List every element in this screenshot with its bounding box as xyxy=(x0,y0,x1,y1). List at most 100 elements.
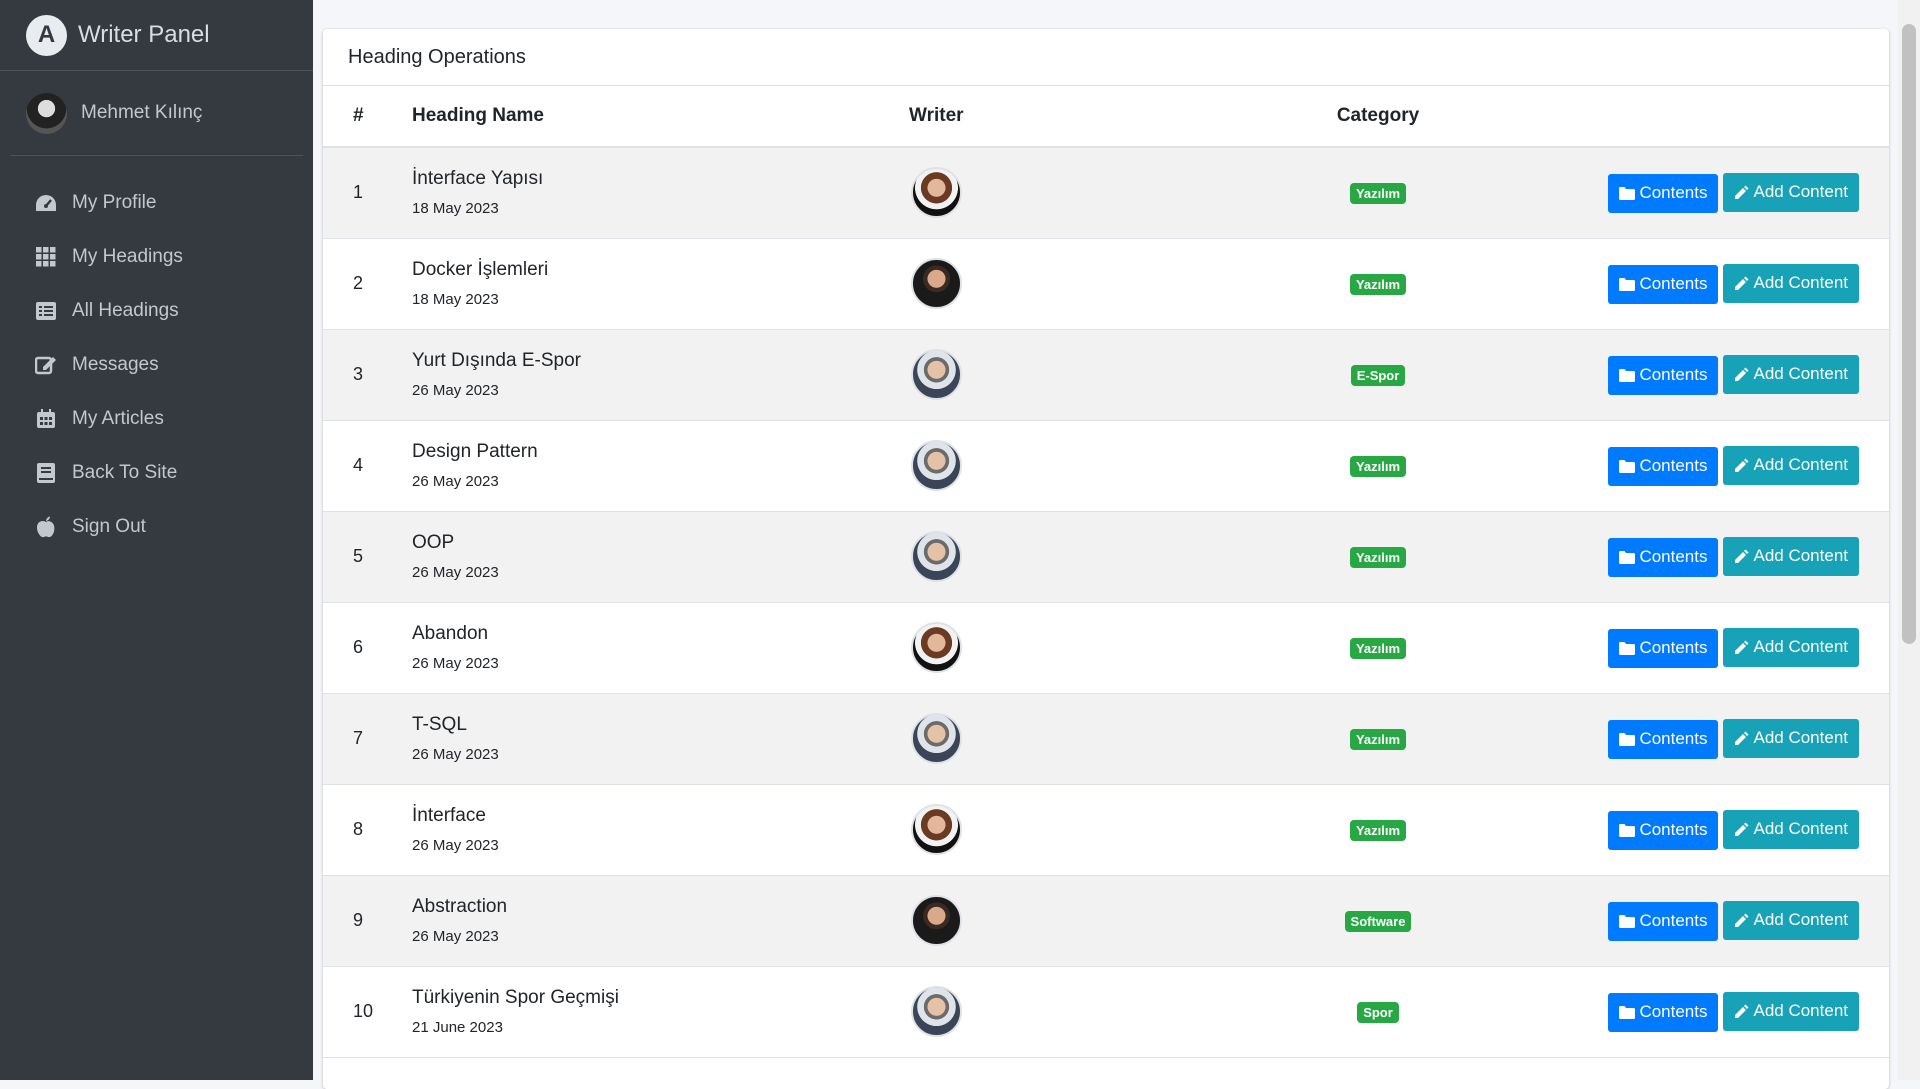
heading-name: T-SQL xyxy=(412,714,467,735)
heading-cell: Yurt Dışında E-Spor 26 May 2023 xyxy=(411,329,908,420)
add-content-button-label: Add Content xyxy=(1753,455,1848,474)
add-content-button[interactable]: Add Content xyxy=(1723,809,1859,849)
user-name[interactable]: Mehmet Kılınç xyxy=(81,102,202,124)
add-content-button[interactable]: Add Content xyxy=(1723,354,1859,394)
category-cell: Yazılım xyxy=(1248,602,1508,693)
pencil-icon xyxy=(1735,185,1749,199)
card-title: Heading Operations xyxy=(323,29,1889,86)
heading-name: Yurt Dışında E-Spor xyxy=(412,350,581,371)
contents-button[interactable]: Contents xyxy=(1608,810,1719,850)
table-body: 1 İnterface Yapısı 18 May 2023 Yazılım Conte… xyxy=(323,147,1889,1057)
row-number: 3 xyxy=(353,364,364,384)
actions-cell: Contents Add Content xyxy=(1508,511,1889,602)
heading-date: 18 May 2023 xyxy=(412,291,499,308)
table-row: 8 İnterface 26 May 2023 Yazılım Contents Add … xyxy=(323,784,1889,875)
sidebar-item-all-headings[interactable]: All Headings xyxy=(0,284,313,338)
add-content-button[interactable]: Add Content xyxy=(1723,445,1859,485)
folder-icon xyxy=(1619,277,1636,291)
add-content-button-label: Add Content xyxy=(1753,182,1848,202)
heading-cell: Abstraction 26 May 2023 xyxy=(411,875,908,966)
column-header-category: Category xyxy=(1248,86,1508,148)
user-panel[interactable]: Mehmet Kılınç xyxy=(10,71,303,156)
contents-button[interactable]: Contents xyxy=(1608,719,1719,759)
heading-date: 26 May 2023 xyxy=(412,837,499,854)
contents-button-label: Contents xyxy=(1639,729,1708,748)
pencil-icon xyxy=(1735,640,1749,654)
brand-logo: A xyxy=(26,14,67,56)
actions-cell: Contents Add Content xyxy=(1508,602,1889,693)
pencil-icon xyxy=(1735,731,1749,745)
add-content-button[interactable]: Add Content xyxy=(1723,718,1859,758)
brand[interactable]: A Writer Panel xyxy=(0,0,313,71)
writer-avatar xyxy=(911,713,962,764)
folder-icon xyxy=(1619,732,1636,746)
contents-button[interactable]: Contents xyxy=(1608,537,1719,577)
writer-avatar xyxy=(911,804,962,855)
scrollbar[interactable] xyxy=(1898,0,1920,1080)
category-cell: Yazılım xyxy=(1248,693,1508,784)
contents-button-label: Contents xyxy=(1639,911,1708,930)
sidebar-item-messages[interactable]: Messages xyxy=(0,338,313,392)
contents-button[interactable]: Contents xyxy=(1608,628,1719,668)
writer-cell xyxy=(908,693,1248,784)
sidebar-item-my-headings[interactable]: My Headings xyxy=(0,230,313,284)
sidebar-item-back-to-site[interactable]: Back To Site xyxy=(0,446,313,500)
sidebar-item-my-profile[interactable]: My Profile xyxy=(0,176,313,230)
writer-avatar xyxy=(911,531,962,582)
actions-cell: Contents Add Content xyxy=(1508,784,1889,875)
scrollbar-thumb[interactable] xyxy=(1902,24,1916,644)
list-icon xyxy=(34,300,58,322)
sidebar-item-sign-out[interactable]: Sign Out xyxy=(0,500,313,554)
heading-date: 26 May 2023 xyxy=(412,655,499,672)
add-content-button[interactable]: Add Content xyxy=(1723,991,1859,1031)
row-number: 9 xyxy=(353,910,364,930)
add-content-button[interactable]: Add Content xyxy=(1723,263,1859,303)
category-badge: Yazılım xyxy=(1349,819,1407,841)
row-number: 10 xyxy=(353,1001,374,1021)
sidebar-item-my-articles[interactable]: My Articles xyxy=(0,392,313,446)
add-content-button[interactable]: Add Content xyxy=(1723,627,1859,667)
apple-icon xyxy=(34,516,58,538)
table-row: 7 T-SQL 26 May 2023 Yazılım Contents Add Cont… xyxy=(323,693,1889,784)
writer-cell xyxy=(908,875,1248,966)
heading-cell: İnterface Yapısı 18 May 2023 xyxy=(411,147,908,238)
writer-avatar xyxy=(911,167,962,219)
pencil-icon xyxy=(1735,1004,1749,1018)
row-number: 8 xyxy=(353,819,364,839)
writer-avatar xyxy=(911,895,962,946)
add-content-button-label: Add Content xyxy=(1753,364,1848,383)
contents-button[interactable]: Contents xyxy=(1608,992,1719,1032)
writer-avatar xyxy=(911,258,962,309)
table-row: 5 OOP 26 May 2023 Yazılım Contents Add Conten… xyxy=(323,511,1889,602)
book-icon xyxy=(34,462,58,484)
add-content-button[interactable]: Add Content xyxy=(1723,172,1859,212)
column-header-writer: Writer xyxy=(908,86,1248,148)
folder-icon xyxy=(1619,459,1636,473)
add-content-button[interactable]: Add Content xyxy=(1723,536,1859,576)
contents-button-label: Contents xyxy=(1639,365,1708,384)
contents-button[interactable]: Contents xyxy=(1608,173,1719,213)
contents-button[interactable]: Contents xyxy=(1608,264,1719,304)
contents-button[interactable]: Contents xyxy=(1608,355,1719,395)
category-badge: Yazılım xyxy=(1349,728,1407,750)
headings-table: # Heading Name Writer Category 1 İnterfac… xyxy=(323,86,1889,1058)
category-badge: Yazılım xyxy=(1349,182,1407,204)
heading-operations-card: Heading Operations # Heading Name Writer… xyxy=(323,29,1889,1089)
add-content-button-label: Add Content xyxy=(1753,1001,1848,1020)
add-content-button[interactable]: Add Content xyxy=(1723,900,1859,940)
sidebar-item-label: My Profile xyxy=(72,192,157,213)
heading-date: 26 May 2023 xyxy=(412,382,499,399)
add-content-button-label: Add Content xyxy=(1753,546,1848,565)
add-content-button-label: Add Content xyxy=(1753,273,1848,292)
heading-cell: İnterface 26 May 2023 xyxy=(411,784,908,875)
add-content-button-label: Add Content xyxy=(1753,728,1848,747)
contents-button-label: Contents xyxy=(1639,638,1708,657)
pencil-icon xyxy=(1735,367,1749,381)
contents-button[interactable]: Contents xyxy=(1608,901,1719,941)
heading-cell: T-SQL 26 May 2023 xyxy=(411,693,908,784)
contents-button[interactable]: Contents xyxy=(1608,446,1719,486)
heading-name: Abandon xyxy=(412,623,489,644)
actions-cell: Contents Add Content xyxy=(1508,966,1889,1057)
writer-cell xyxy=(908,602,1248,693)
folder-icon xyxy=(1619,914,1636,928)
